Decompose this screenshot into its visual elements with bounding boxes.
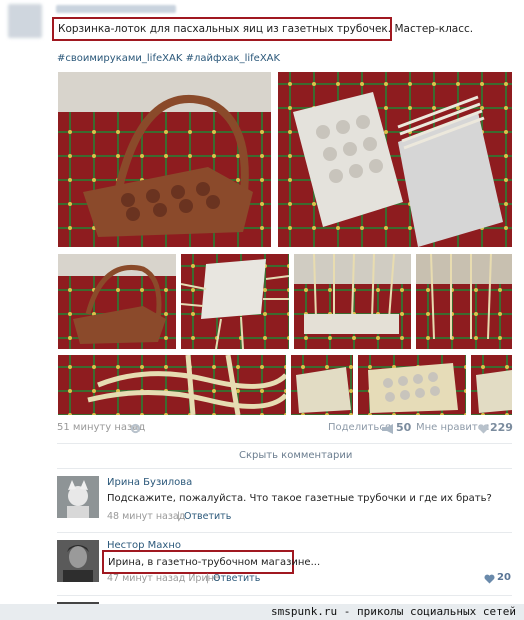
photo-tray-side[interactable] — [291, 355, 353, 415]
gear-icon[interactable] — [130, 423, 141, 434]
share-count: 50 — [396, 421, 412, 434]
like-count: 229 — [490, 421, 513, 434]
reply-button[interactable]: Ответить — [213, 573, 260, 584]
photo-weaving-sides[interactable] — [416, 254, 512, 349]
reply-button[interactable]: Ответить — [184, 511, 231, 522]
post-hashtags[interactable]: #своимируками_lifeXAK #лайфхак_lifeXAK — [57, 53, 280, 64]
heart-icon[interactable] — [484, 574, 495, 584]
heart-icon — [478, 424, 489, 434]
megaphone-icon — [382, 424, 394, 434]
comment-avatar[interactable] — [57, 476, 99, 518]
comment-separator: | — [206, 573, 210, 584]
comment-text: Ирина, в газетно-трубочном магазине... — [108, 557, 321, 568]
post-author-avatar[interactable] — [8, 4, 42, 38]
comment-time[interactable]: 48 минут назад — [107, 511, 185, 522]
photo-weave-closeup[interactable] — [58, 355, 286, 415]
comment-text: Подскажите, пожалуйста. Что такое газетн… — [107, 493, 492, 504]
watermark-text: smspunk.ru - приколы социальных сетей — [270, 605, 516, 618]
divider — [57, 443, 512, 444]
watermark-bar: smspunk.ru - приколы социальных сетей — [0, 604, 524, 620]
photo-egg-tray-and-tubes[interactable] — [278, 72, 512, 247]
comment-author[interactable]: Ирина Бузилова — [107, 477, 192, 488]
comment-avatar[interactable] — [57, 540, 99, 582]
comment-time[interactable]: 47 минут назад Ирине — [107, 573, 220, 584]
post-title-box: Корзинка-лоток для пасхальных яиц из газ… — [52, 17, 473, 41]
divider — [57, 595, 512, 596]
photo-cardboard-base[interactable] — [181, 254, 289, 349]
photo-basket-small[interactable] — [58, 254, 176, 349]
comment-like-count: 20 — [497, 572, 511, 583]
photo-finished-tray[interactable] — [358, 355, 466, 415]
post-title: Корзинка-лоток для пасхальных яиц из газ… — [58, 23, 474, 35]
photo-basket[interactable] — [58, 72, 271, 247]
divider — [57, 532, 512, 533]
hide-comments-link[interactable]: Скрыть комментарии — [239, 450, 352, 461]
post-author-name[interactable] — [56, 5, 176, 13]
photo-weaving-start[interactable] — [294, 254, 411, 349]
comment-highlight-box: Ирина, в газетно-трубочном магазине... — [102, 550, 320, 574]
comment-separator: | — [177, 511, 181, 522]
divider — [57, 468, 512, 469]
photo-tray-corner[interactable] — [471, 355, 512, 415]
